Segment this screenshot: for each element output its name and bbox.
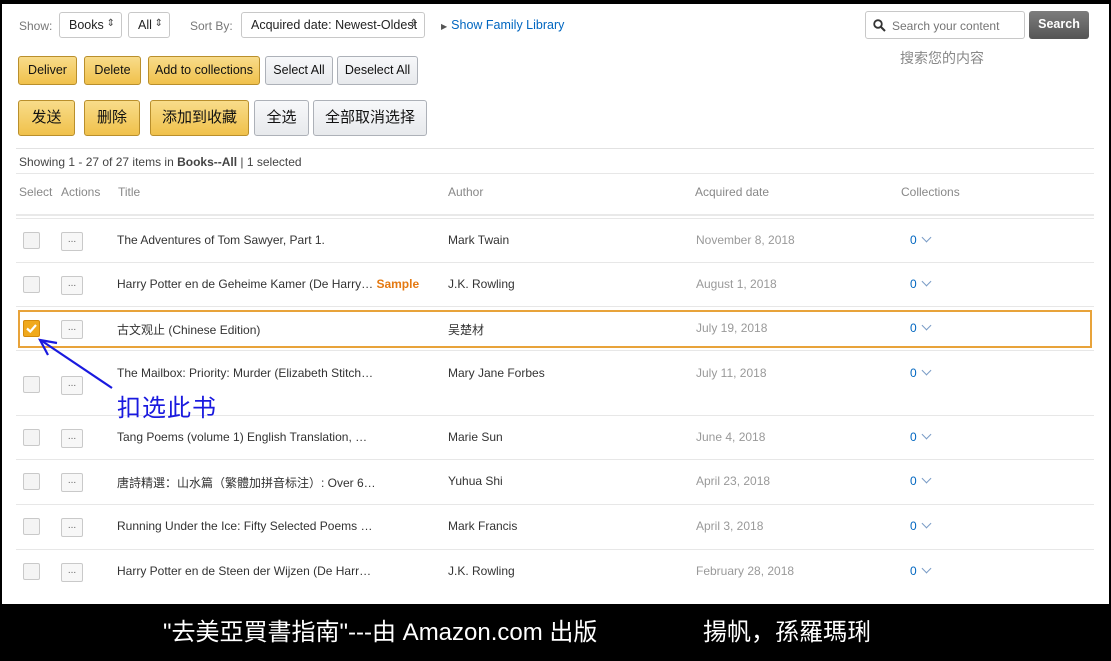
chevron-down-icon	[921, 320, 932, 331]
row-checkbox[interactable]	[23, 429, 40, 446]
caret-right-icon: ▶	[441, 22, 448, 31]
header-collections: Collections	[901, 185, 960, 199]
acquired-date: February 28, 2018	[696, 564, 795, 578]
sort-select[interactable]: Acquired date: Newest-Oldest ⇕	[241, 12, 425, 38]
row-checkbox[interactable]	[23, 518, 40, 535]
header-acquired-date[interactable]: Acquired date	[695, 185, 769, 199]
collections-dropdown[interactable]: 0	[910, 429, 932, 444]
select-arrows-icon: ⇕	[409, 18, 418, 29]
collections-dropdown[interactable]: 0	[910, 518, 932, 533]
caption-bar: "去美亞買書指南"---由 Amazon.com 出版 揚帆，孫羅瑪琍	[0, 604, 1111, 659]
collections-count: 0	[910, 564, 917, 578]
chevron-down-icon	[921, 563, 932, 574]
search-icon	[873, 19, 886, 32]
acquired-date: April 23, 2018	[696, 474, 771, 488]
select-all-button[interactable]: Select All	[265, 56, 333, 85]
collections-count: 0	[910, 321, 917, 335]
search-button[interactable]: Search	[1029, 11, 1089, 39]
book-author: 吴楚材	[448, 323, 485, 337]
row-actions-button[interactable]: ...	[61, 563, 83, 582]
collections-count: 0	[910, 277, 917, 291]
collections-count: 0	[910, 233, 917, 247]
collections-dropdown[interactable]: 0	[910, 563, 932, 578]
chevron-down-icon	[921, 276, 932, 287]
search-cn-hint: 搜索您的内容	[900, 50, 984, 66]
acquired-date: July 11, 2018	[696, 366, 767, 380]
book-author: J.K. Rowling	[448, 277, 515, 291]
chevron-down-icon	[921, 232, 932, 243]
library-page: Show: Books ⇕ All ⇕ Sort By: Acquired date…	[2, 4, 1109, 604]
collections-count: 0	[910, 366, 917, 380]
sort-value: Acquired date: Newest-Oldest	[251, 18, 418, 32]
deselect-all-button-cn[interactable]: 全部取消选择	[313, 100, 427, 136]
book-author: Mary Jane Forbes	[448, 366, 545, 380]
family-link-label: Show Family Library	[451, 18, 565, 32]
row-actions-button[interactable]: ...	[61, 518, 83, 537]
row-checkbox[interactable]	[23, 473, 40, 490]
book-title[interactable]: Harry Potter en de Steen der Wijzen (De …	[117, 564, 422, 578]
book-author: J.K. Rowling	[448, 564, 515, 578]
collections-dropdown[interactable]: 0	[910, 320, 932, 335]
collections-count: 0	[910, 474, 917, 488]
collections-dropdown[interactable]: 0	[910, 232, 932, 247]
annotation-arrow	[37, 338, 113, 389]
acquired-date: July 19, 2018	[696, 321, 768, 335]
show-family-library-link[interactable]: ▶ Show Family Library	[441, 18, 564, 32]
table-row: ... Running Under the Ice: Fifty Selecte…	[16, 504, 1094, 549]
summary-suffix: | 1 selected	[237, 155, 302, 169]
chevron-down-icon	[921, 365, 932, 376]
collections-count: 0	[910, 430, 917, 444]
collections-count: 0	[910, 519, 917, 533]
caption-title: "去美亞買書指南"---由 Amazon.com 出版	[163, 619, 598, 646]
acquired-date: June 4, 2018	[696, 430, 766, 444]
chevron-down-icon	[921, 473, 932, 484]
book-author: Yuhua Shi	[448, 474, 503, 488]
acquired-date: November 8, 2018	[696, 233, 795, 247]
chevron-down-icon	[921, 429, 932, 440]
book-author: Mark Francis	[448, 519, 518, 533]
collections-dropdown[interactable]: 0	[910, 276, 932, 291]
book-author: Marie Sun	[448, 430, 503, 444]
table-row: ... 唐詩精選：山水篇（繁體加拼音标注）: Over 6… Yuhua Shi…	[16, 459, 1094, 504]
search-input[interactable]	[890, 16, 1024, 36]
book-title[interactable]: Running Under the Ice: Fifty Selected Po…	[117, 519, 422, 533]
deselect-all-button[interactable]: Deselect All	[337, 56, 418, 85]
book-author: Mark Twain	[448, 233, 510, 247]
row-actions-button[interactable]: ...	[61, 429, 83, 448]
header-author[interactable]: Author	[448, 185, 483, 199]
row-checkbox[interactable]	[23, 563, 40, 580]
select-all-button-cn[interactable]: 全选	[254, 100, 309, 136]
caption-authors: 揚帆，孫羅瑪琍	[703, 619, 871, 646]
annotation-label: 扣选此书	[117, 395, 217, 422]
acquired-date: August 1, 2018	[696, 277, 777, 291]
table-row: ... Harry Potter en de Steen der Wijzen …	[16, 549, 1094, 594]
row-actions-button[interactable]: ...	[61, 473, 83, 492]
collections-dropdown[interactable]: 0	[910, 365, 932, 380]
book-title[interactable]: 唐詩精選：山水篇（繁體加拼音标注）: Over 6…	[117, 474, 422, 491]
acquired-date: April 3, 2018	[696, 519, 764, 533]
collections-dropdown[interactable]: 0	[910, 473, 932, 488]
book-title[interactable]: Tang Poems (volume 1) English Translatio…	[117, 430, 422, 444]
search-input-wrapper[interactable]	[865, 11, 1025, 39]
chevron-down-icon	[921, 518, 932, 529]
sample-badge: Sample	[376, 277, 420, 291]
